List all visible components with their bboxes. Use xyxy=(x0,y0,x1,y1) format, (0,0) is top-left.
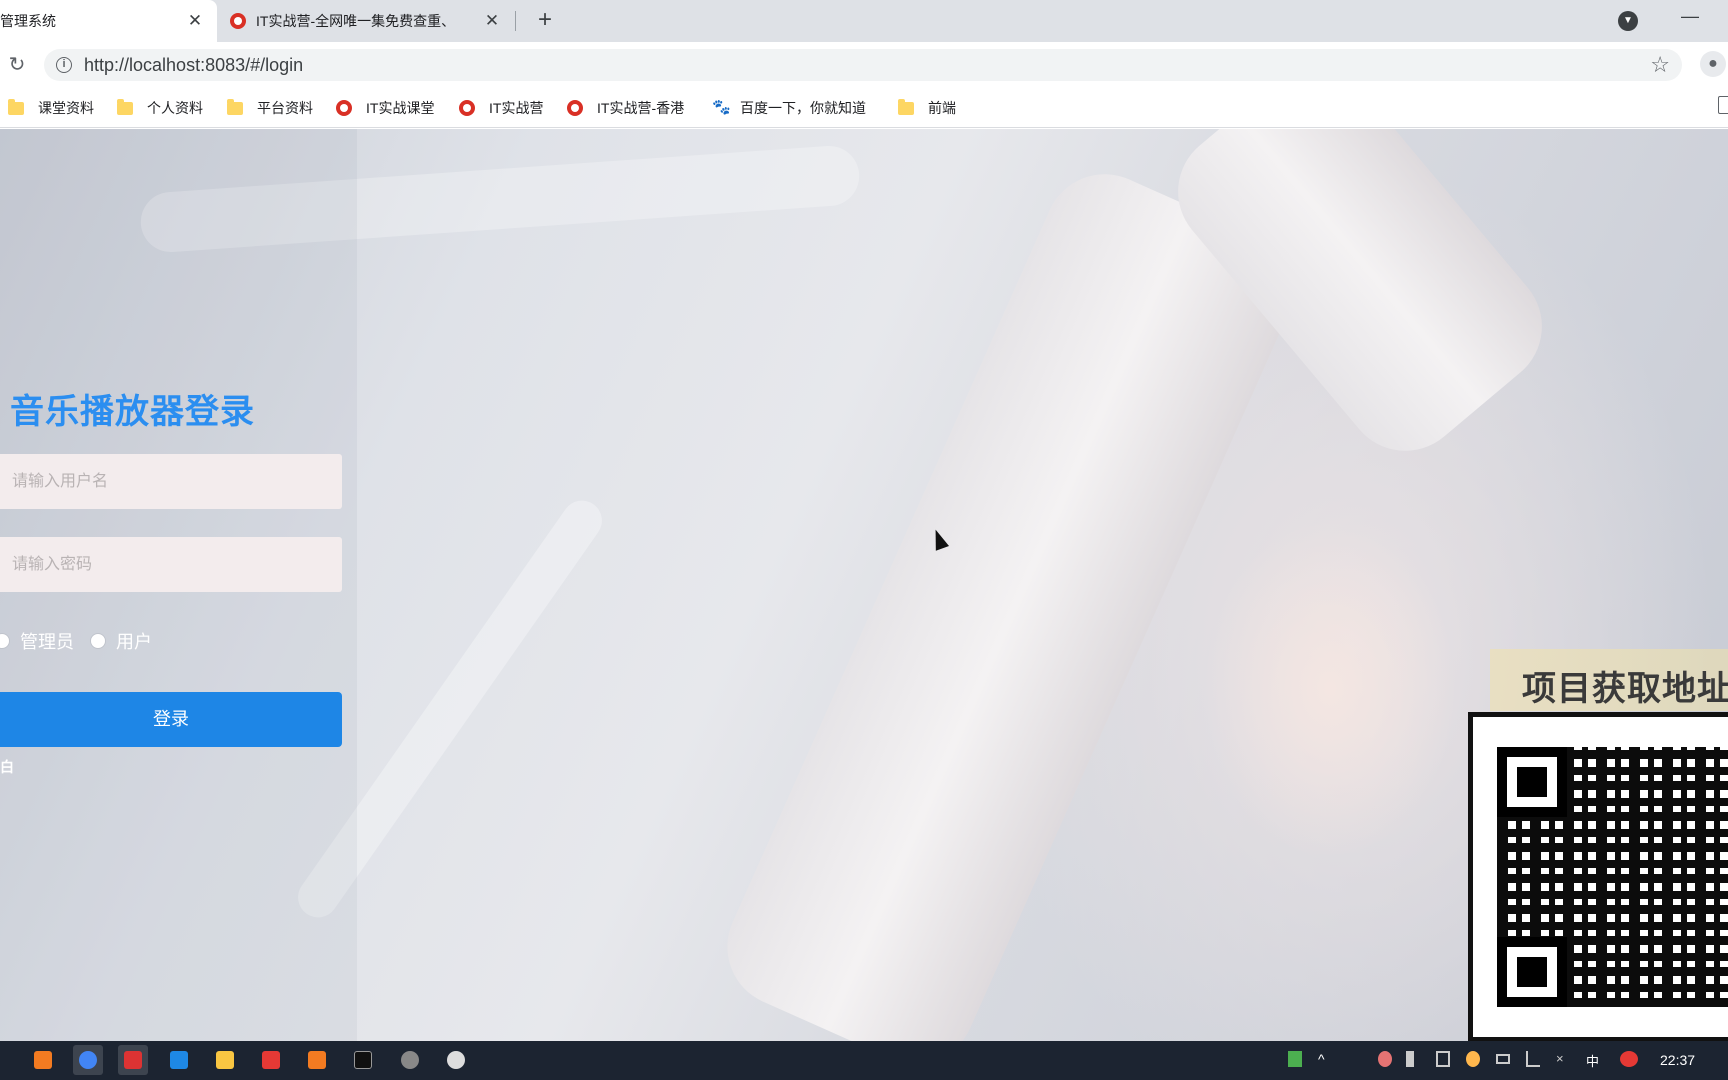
tray-power-icon[interactable] xyxy=(1496,1054,1510,1064)
bookmark-item[interactable]: 🐾 百度一下，你就知道 xyxy=(712,98,866,118)
bookmark-item[interactable]: 个人资料 xyxy=(117,98,203,118)
bookmark-label: 个人资料 xyxy=(147,100,203,116)
bookmarks-bar: 课堂资料 个人资料 平台资料 IT实战课堂 IT实战营 IT实战营-香港 🐾 百度… xyxy=(0,88,1728,128)
profile-avatar-icon[interactable]: ● xyxy=(1700,51,1726,77)
site-icon xyxy=(459,100,475,116)
role-radio-group: 管理员 用户 xyxy=(0,629,168,653)
taskbar-wechat-icon[interactable] xyxy=(441,1045,471,1075)
bookmark-item[interactable]: IT实战营-香港 xyxy=(567,98,684,118)
login-title: 音乐播放器登录 xyxy=(10,393,255,431)
tray-app-icon[interactable] xyxy=(1620,1051,1638,1067)
taskbar-settings-icon[interactable] xyxy=(395,1045,425,1075)
taskbar-terminal-icon[interactable] xyxy=(348,1045,378,1075)
taskbar-app-icon[interactable] xyxy=(164,1045,194,1075)
password-input[interactable] xyxy=(0,537,342,592)
close-tab-icon[interactable]: ✕ xyxy=(482,11,502,31)
taskbar-chrome-icon[interactable] xyxy=(73,1045,103,1075)
site-icon xyxy=(336,100,352,116)
site-icon xyxy=(567,100,583,116)
reading-list-icon[interactable] xyxy=(1718,96,1728,114)
bookmark-star-icon[interactable]: ☆ xyxy=(1650,52,1670,78)
background-arm-shape xyxy=(708,155,1312,1041)
promo-label: 项目获取地址 xyxy=(1522,670,1728,708)
bookmark-item[interactable]: 前端 xyxy=(898,98,956,118)
reload-icon[interactable]: ↻ xyxy=(4,52,30,78)
tray-volume-muted-icon[interactable]: × xyxy=(1556,1051,1570,1067)
user-radio-label[interactable]: 用户 xyxy=(116,628,152,654)
bookmark-label: 百度一下，你就知道 xyxy=(740,100,866,116)
bookmark-label: IT实战营 xyxy=(489,100,544,116)
tray-microphone-icon[interactable] xyxy=(1406,1051,1414,1067)
minimize-window-icon[interactable]: — xyxy=(1678,6,1702,30)
address-bar[interactable]: i http://localhost:8083/#/login ☆ xyxy=(44,49,1682,81)
tray-battery-icon[interactable] xyxy=(1288,1051,1302,1067)
bookmark-item[interactable]: 课堂资料 xyxy=(8,98,94,118)
bookmark-label: IT实战营-香港 xyxy=(597,100,685,116)
tab-strip: 管理系统 ✕ IT实战营-全网唯一集免费查重、 ✕ + ▼ — xyxy=(0,0,1728,42)
folder-icon xyxy=(227,98,243,115)
folder-icon xyxy=(898,98,914,115)
site-info-icon[interactable]: i xyxy=(56,57,72,73)
tab-title: IT实战营-全网唯一集免费查重、 xyxy=(256,13,456,29)
taskbar-app-icon[interactable] xyxy=(302,1045,332,1075)
bookmark-item[interactable]: 平台资料 xyxy=(227,98,313,118)
username-input[interactable] xyxy=(0,454,342,509)
login-page: 音乐播放器登录 管理员 用户 登录 白 项目获取地址 xyxy=(0,129,1728,1041)
user-radio[interactable] xyxy=(90,633,106,649)
admin-radio-label[interactable]: 管理员 xyxy=(20,628,74,654)
bookmark-item[interactable]: IT实战课堂 xyxy=(336,98,434,118)
tray-chevron-up-icon[interactable]: ^ xyxy=(1318,1051,1332,1067)
taskbar-file-explorer-icon[interactable] xyxy=(210,1045,240,1075)
taskbar-clock[interactable]: 22:37 xyxy=(1660,1052,1695,1068)
tray-input-method-icon[interactable]: 中 xyxy=(1586,1051,1600,1069)
bookmark-label: 平台资料 xyxy=(257,100,313,116)
tab-search-chevron-icon[interactable]: ▼ xyxy=(1618,11,1638,31)
site-favicon-icon xyxy=(230,13,246,29)
tab-title: 管理系统 xyxy=(0,13,56,29)
taskbar-wps-icon[interactable] xyxy=(256,1045,286,1075)
tray-network-icon[interactable] xyxy=(1526,1051,1540,1067)
tray-app-icon[interactable] xyxy=(1378,1051,1392,1067)
new-tab-plus-icon[interactable]: + xyxy=(532,8,558,34)
baidu-paw-icon: 🐾 xyxy=(712,99,731,116)
tray-app-icon[interactable] xyxy=(1466,1051,1480,1067)
login-button[interactable]: 登录 xyxy=(0,692,342,747)
qr-code-frame xyxy=(1468,712,1728,1041)
tab-it-camp[interactable]: IT实战营-全网唯一集免费查重、 ✕ xyxy=(218,0,514,42)
tray-app-icon[interactable] xyxy=(1436,1051,1450,1067)
qr-finder-pattern xyxy=(1497,937,1567,1007)
folder-icon xyxy=(117,98,133,115)
browser-toolbar: ↻ i http://localhost:8083/#/login ☆ ● xyxy=(0,42,1728,88)
bookmark-item[interactable]: IT实战营 xyxy=(459,98,543,118)
close-tab-icon[interactable]: ✕ xyxy=(185,11,205,31)
address-url[interactable]: http://localhost:8083/#/login xyxy=(84,55,303,76)
tab-separator xyxy=(515,11,516,31)
admin-radio[interactable] xyxy=(0,633,10,649)
windows-taskbar: ^ × 中 22:37 xyxy=(0,1041,1728,1080)
taskbar-app-icon[interactable] xyxy=(28,1045,58,1075)
clipped-register-link[interactable]: 白 xyxy=(0,757,14,777)
bookmark-label: IT实战课堂 xyxy=(366,100,435,116)
folder-icon xyxy=(8,98,24,115)
bookmark-label: 课堂资料 xyxy=(38,100,94,116)
taskbar-app-icon[interactable] xyxy=(118,1045,148,1075)
bookmark-label: 前端 xyxy=(928,100,956,116)
tab-management-system[interactable]: 管理系统 ✕ xyxy=(0,0,217,42)
qr-finder-pattern xyxy=(1497,747,1567,817)
